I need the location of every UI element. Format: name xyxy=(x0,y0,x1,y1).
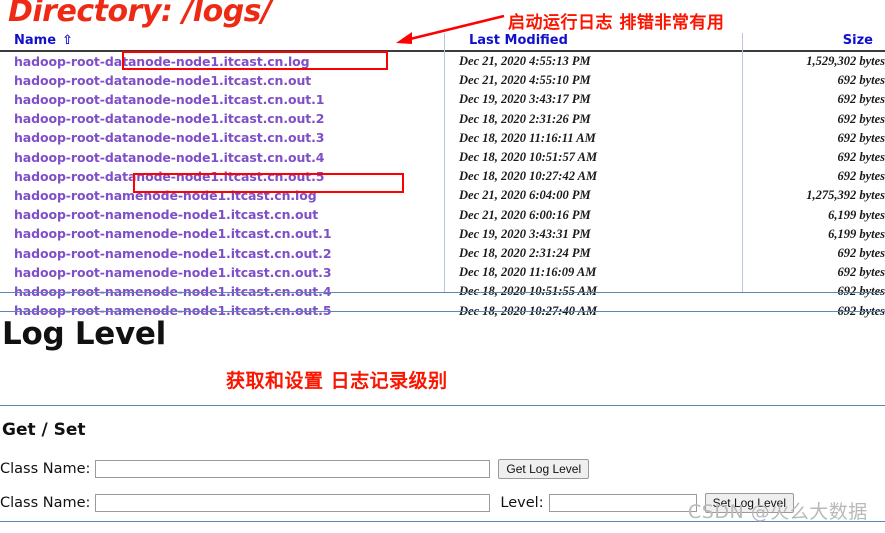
cell-last-modified: Dec 18, 2020 10:27:42 AM xyxy=(459,169,598,184)
file-table-body: hadoop-root-datanode-node1.itcast.cn.log… xyxy=(0,51,885,321)
class-name-label-2: Class Name: xyxy=(0,495,91,511)
page-title: Directory: /logs/ xyxy=(8,0,272,29)
cell-last-modified: Dec 18, 2020 11:16:09 AM xyxy=(459,265,597,280)
cell-file-name: hadoop-root-namenode-node1.itcast.cn.out… xyxy=(0,263,445,282)
cell-size: 1,529,302 bytes xyxy=(806,54,885,68)
cell-last-modified: Dec 21, 2020 6:04:00 PM xyxy=(459,188,591,203)
sort-ascending-icon[interactable]: ⇧ xyxy=(56,33,73,48)
cell-size: 692 bytes xyxy=(837,73,885,88)
class-name-input-2[interactable] xyxy=(95,494,491,512)
cell-size: 692 bytes xyxy=(837,130,885,145)
cell-last-modified: Dec 18, 2020 2:31:26 PM xyxy=(459,111,591,126)
cell-file-name: hadoop-root-datanode-node1.itcast.cn.out xyxy=(0,71,445,90)
divider-bottom xyxy=(0,521,885,522)
cell-last-modified: Dec 18, 2020 2:31:24 PM xyxy=(459,246,591,261)
table-row: hadoop-root-namenode-node1.itcast.cn.out… xyxy=(0,206,885,225)
log-level-title: Log Level xyxy=(2,316,166,352)
file-link[interactable]: hadoop-root-datanode-node1.itcast.cn.log xyxy=(14,54,310,69)
cell-size: 692 bytes xyxy=(837,265,885,280)
table-row: hadoop-root-datanode-node1.itcast.cn.out… xyxy=(0,129,885,148)
class-name-label-1: Class Name: xyxy=(0,461,91,477)
divider-below-table xyxy=(0,292,885,293)
file-link[interactable]: hadoop-root-namenode-node1.itcast.cn.out xyxy=(14,207,318,222)
table-row: hadoop-root-namenode-node1.itcast.cn.out… xyxy=(0,225,885,244)
cell-file-name: hadoop-root-datanode-node1.itcast.cn.out… xyxy=(0,129,445,148)
table-row: hadoop-root-datanode-node1.itcast.cn.out… xyxy=(0,90,885,109)
cell-file-name: hadoop-root-datanode-node1.itcast.cn.log xyxy=(0,51,445,71)
get-log-level-button[interactable]: Get Log Level xyxy=(498,459,590,479)
cell-size: 692 bytes xyxy=(837,246,885,261)
get-log-level-form: Class Name: Get Log Level xyxy=(0,459,590,479)
cell-size: 692 bytes xyxy=(837,150,885,165)
file-link[interactable]: hadoop-root-namenode-node1.itcast.cn.log xyxy=(14,188,317,203)
level-input[interactable] xyxy=(548,494,697,512)
cell-size: 6,199 bytes xyxy=(828,207,885,222)
cell-last-modified: Dec 19, 2020 3:43:17 PM xyxy=(459,92,591,107)
cell-file-name: hadoop-root-datanode-node1.itcast.cn.out… xyxy=(0,167,445,186)
cell-size: 1,275,392 bytes xyxy=(806,188,885,203)
column-divider-2 xyxy=(742,33,743,292)
class-name-input-1[interactable] xyxy=(95,460,491,478)
table-row: hadoop-root-datanode-node1.itcast.cn.out… xyxy=(0,110,885,129)
table-row: hadoop-root-datanode-node1.itcast.cn.out… xyxy=(0,148,885,167)
table-row: hadoop-root-datanode-node1.itcast.cn.out… xyxy=(0,167,885,186)
cell-size: 692 bytes xyxy=(837,169,885,184)
file-link[interactable]: hadoop-root-namenode-node1.itcast.cn.out… xyxy=(14,226,332,241)
table-row: hadoop-root-namenode-node1.itcast.cn.log… xyxy=(0,186,885,205)
column-header-name-label: Name xyxy=(14,33,57,48)
cell-file-name: hadoop-root-namenode-node1.itcast.cn.out xyxy=(0,206,445,225)
set-log-level-form: Class Name: Level: Set Log Level xyxy=(0,493,794,513)
table-row: hadoop-root-datanode-node1.itcast.cn.out… xyxy=(0,71,885,90)
cell-last-modified: Dec 21, 2020 4:55:10 PM xyxy=(459,73,591,88)
file-link[interactable]: hadoop-root-namenode-node1.itcast.cn.out… xyxy=(14,246,332,261)
cell-file-name: hadoop-root-datanode-node1.itcast.cn.out… xyxy=(0,148,445,167)
column-divider-1 xyxy=(444,33,445,292)
file-link[interactable]: hadoop-root-datanode-node1.itcast.cn.out… xyxy=(14,92,324,107)
cell-file-name: hadoop-root-namenode-node1.itcast.cn.log xyxy=(0,186,445,205)
set-log-level-button[interactable]: Set Log Level xyxy=(704,493,794,513)
file-link[interactable]: hadoop-root-datanode-node1.itcast.cn.out… xyxy=(14,111,324,126)
cell-last-modified: Dec 18, 2020 10:51:57 AM xyxy=(459,150,598,165)
cell-last-modified: Dec 21, 2020 4:55:13 PM xyxy=(459,54,591,68)
file-link[interactable]: hadoop-root-datanode-node1.itcast.cn.out… xyxy=(14,169,324,184)
table-row: hadoop-root-namenode-node1.itcast.cn.out… xyxy=(0,244,885,263)
annotation-text-top: 启动运行日志 排错非常有用 xyxy=(508,13,725,33)
divider-above-get-set xyxy=(0,405,885,406)
file-link[interactable]: hadoop-root-namenode-node1.itcast.cn.out… xyxy=(14,265,332,280)
column-header-size[interactable]: Size xyxy=(745,33,885,52)
cell-file-name: hadoop-root-datanode-node1.itcast.cn.out… xyxy=(0,90,445,109)
cell-last-modified: Dec 19, 2020 3:43:31 PM xyxy=(459,226,591,241)
level-label: Level: xyxy=(500,495,544,511)
cell-file-name: hadoop-root-namenode-node1.itcast.cn.out… xyxy=(0,244,445,263)
file-link[interactable]: hadoop-root-datanode-node1.itcast.cn.out… xyxy=(14,130,324,145)
table-row: hadoop-root-namenode-node1.itcast.cn.out… xyxy=(0,263,885,282)
cell-last-modified: Dec 18, 2020 11:16:11 AM xyxy=(459,130,596,145)
cell-size: 692 bytes xyxy=(837,92,885,107)
table-row: hadoop-root-datanode-node1.itcast.cn.log… xyxy=(0,51,885,71)
cell-size: 692 bytes xyxy=(837,111,885,126)
cell-size: 6,199 bytes xyxy=(828,226,885,241)
column-header-name[interactable]: Name ⇧ xyxy=(0,33,445,52)
get-set-title: Get / Set xyxy=(2,420,86,440)
table-header-row: Name ⇧ Last Modified Size xyxy=(0,33,885,52)
column-header-last-modified[interactable]: Last Modified xyxy=(445,33,745,52)
divider-above-log-level xyxy=(0,311,885,312)
cell-file-name: hadoop-root-namenode-node1.itcast.cn.out… xyxy=(0,225,445,244)
cell-last-modified: Dec 21, 2020 6:00:16 PM xyxy=(459,207,591,222)
file-link[interactable]: hadoop-root-datanode-node1.itcast.cn.out xyxy=(14,73,311,88)
cell-file-name: hadoop-root-datanode-node1.itcast.cn.out… xyxy=(0,110,445,129)
directory-file-table: Name ⇧ Last Modified Size hadoop-root-dat… xyxy=(0,33,885,321)
annotation-text-middle: 获取和设置 日志记录级别 xyxy=(226,370,448,392)
file-link[interactable]: hadoop-root-datanode-node1.itcast.cn.out… xyxy=(14,150,324,165)
